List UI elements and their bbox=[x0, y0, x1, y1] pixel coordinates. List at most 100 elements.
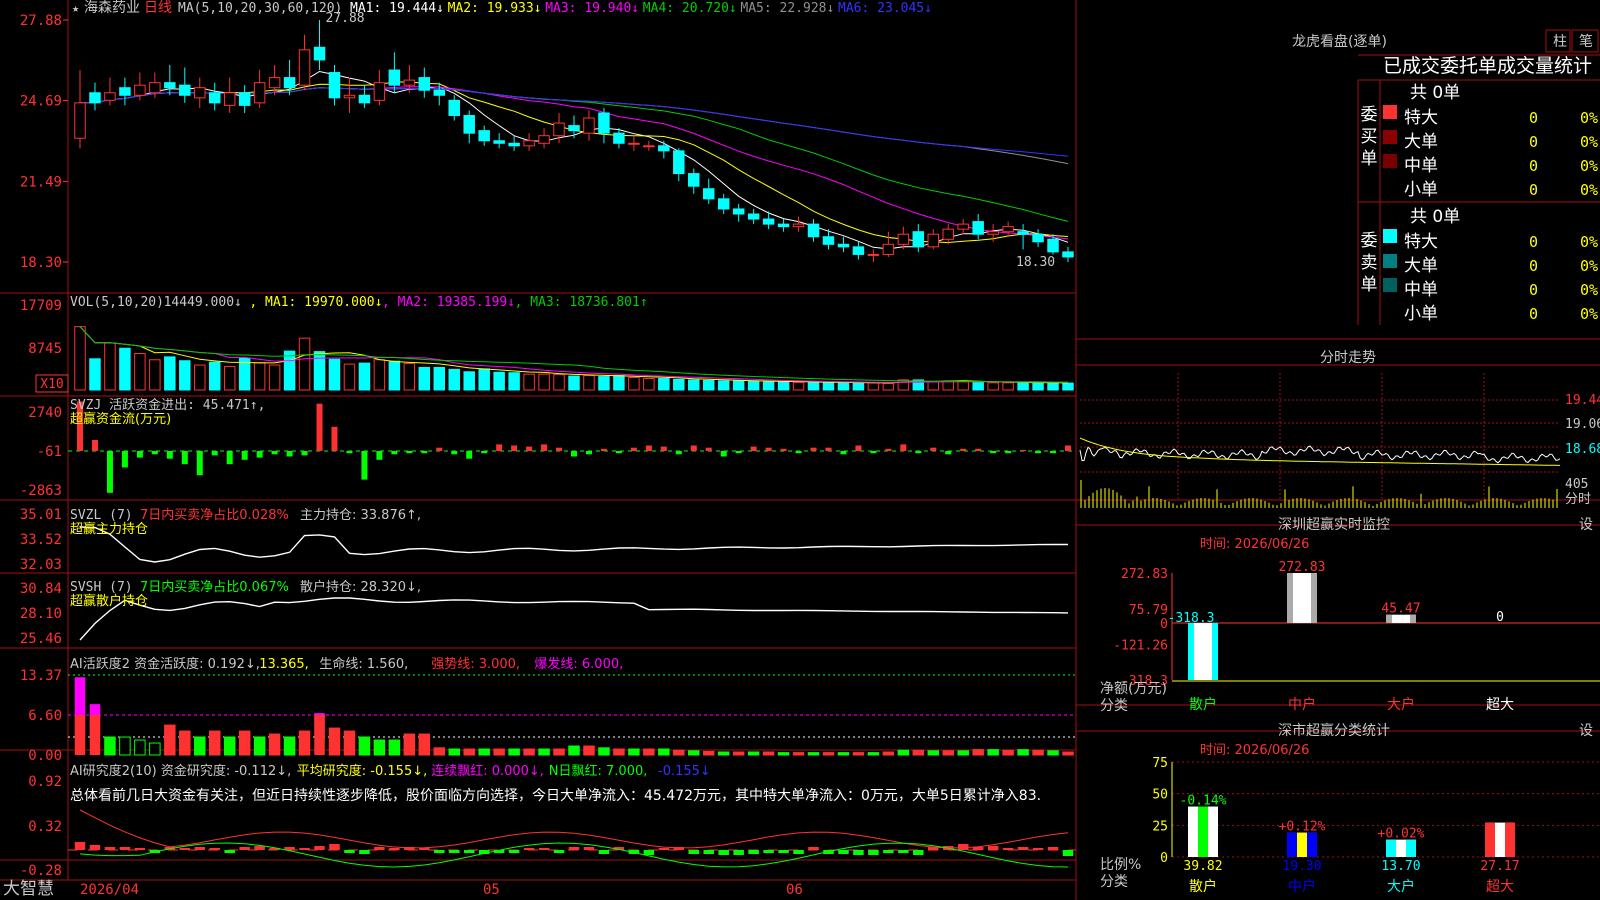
sell-size-color bbox=[1383, 302, 1397, 316]
svzj-bar bbox=[975, 448, 982, 451]
active-bar bbox=[792, 752, 805, 756]
research-summary: 总体看前几日大资金有关注，但近日持续性逐步降低，股价面临方向选择，今日大单净流入… bbox=[70, 787, 1041, 804]
active-bar bbox=[268, 733, 281, 756]
volume-bar bbox=[643, 377, 655, 391]
sell-row-name: 大单 bbox=[1404, 256, 1438, 276]
svzl-panel[interactable]: 35.01 33.52 32.03 SVZL (7) 7日内买卖净占比0.028% 主力持… bbox=[20, 507, 1068, 573]
volume-bar bbox=[119, 347, 131, 391]
research-bar bbox=[568, 847, 580, 850]
sz-settings-button[interactable]: 设 bbox=[1579, 517, 1593, 533]
candle-body bbox=[194, 87, 206, 99]
svzj-bar bbox=[511, 445, 518, 451]
research-bar bbox=[658, 848, 670, 850]
sell-size-color bbox=[1383, 278, 1397, 292]
volume-bar bbox=[403, 363, 416, 391]
research-bar bbox=[104, 847, 116, 850]
candle-body bbox=[688, 173, 700, 187]
svsh-sub: 超赢散户持仓 bbox=[70, 593, 148, 609]
y-tick-label: 21.49 bbox=[20, 174, 62, 190]
bar-mode-button[interactable]: 柱 bbox=[1553, 34, 1567, 50]
volume-bar bbox=[852, 382, 865, 391]
active-bar bbox=[1047, 750, 1059, 756]
cls-bar-edge bbox=[1386, 839, 1396, 857]
brand-label: 大智慧 bbox=[3, 879, 54, 899]
research-bar bbox=[374, 847, 385, 850]
svzj-bar bbox=[91, 440, 98, 451]
activity-panel[interactable]: 13.37 6.60 0.00 AI活跃度2 资金活跃度: 0.192↓, 13.36… bbox=[20, 656, 1076, 764]
research-panel[interactable]: 0.920.32-0.28AI研究度2(10) 资金研究度: -0.112↓, … bbox=[20, 763, 1076, 879]
research-bar bbox=[583, 847, 595, 850]
candle-body bbox=[837, 243, 850, 248]
vol-header-3: , MA2: 19385.199↓ bbox=[382, 295, 515, 310]
volume-bar bbox=[702, 379, 715, 391]
sz-y-tick: 75.79 bbox=[1129, 603, 1168, 618]
cls-bar-value: 19.30 bbox=[1282, 859, 1321, 874]
intraday-title: 分时走势 bbox=[1320, 350, 1376, 366]
active-bar bbox=[807, 752, 820, 756]
candle-body bbox=[1032, 233, 1044, 243]
axis-month-05: 05 bbox=[483, 882, 500, 898]
cls-cat-label: 大户 bbox=[1387, 878, 1415, 895]
volume-bar bbox=[463, 371, 475, 391]
sell-label-char: 单 bbox=[1361, 275, 1378, 295]
candle-body bbox=[747, 213, 760, 220]
svsh-value: 散户持仓: 28.320↓, bbox=[300, 579, 421, 595]
cls-cat-label: 中户 bbox=[1288, 878, 1316, 895]
active-bar bbox=[208, 730, 221, 756]
volume-bar bbox=[1062, 382, 1074, 391]
svzj-bar bbox=[436, 447, 443, 451]
active-bar bbox=[448, 748, 460, 756]
svzj-panel[interactable]: 2740 -61 -2863 SVZJ 活跃资金进出: 45.471↑,超赢资金流(万… bbox=[20, 397, 1076, 499]
svsh-desc: 7日内买卖净占比0.067% bbox=[140, 579, 289, 595]
svzl-value: 主力持仓: 33.876↑, bbox=[300, 508, 421, 523]
right-title: 龙虎看盘(逐单) bbox=[1292, 33, 1387, 50]
active-bar bbox=[702, 750, 715, 756]
vol-y-tick: 17709 bbox=[20, 298, 62, 314]
svzj-bar bbox=[196, 451, 203, 476]
svzj-bar bbox=[211, 451, 218, 456]
volume-bar bbox=[583, 375, 595, 391]
candle-body bbox=[508, 142, 520, 147]
svzj-bar bbox=[136, 451, 143, 458]
active-bar bbox=[777, 752, 790, 756]
active-bar bbox=[343, 730, 356, 756]
cls-settings-button[interactable]: 设 bbox=[1579, 723, 1593, 739]
cls-bar-value: 13.70 bbox=[1381, 859, 1420, 874]
svsh-panel[interactable]: 30.84 28.10 25.46 SVSH (7) 7日内买卖净占比0.067% 散户持… bbox=[20, 579, 1069, 647]
research-y-tick: -0.28 bbox=[20, 863, 62, 879]
volume-bar bbox=[298, 337, 311, 391]
sell-row-count: 0 bbox=[1529, 281, 1538, 299]
research-bar bbox=[1032, 848, 1044, 850]
cat-label-1: 分类 bbox=[1100, 698, 1128, 714]
svzj-bar bbox=[705, 447, 712, 451]
research-bar bbox=[194, 847, 205, 850]
volume-bar bbox=[134, 353, 146, 391]
svzl-y-tick: 33.52 bbox=[20, 532, 62, 548]
research-bar bbox=[329, 844, 340, 850]
svzj-bar bbox=[391, 451, 398, 455]
ma-value-5: MA5: 22.928↓ bbox=[740, 1, 834, 16]
tick-mode-button[interactable]: 笔 bbox=[1579, 34, 1593, 50]
sell-total: 共 0单 bbox=[1410, 207, 1460, 227]
svzj-bar bbox=[256, 451, 263, 458]
cls-y-tick: 25 bbox=[1152, 819, 1168, 834]
ma-value-6: MA6: 23.045↓ bbox=[838, 1, 932, 16]
buy-label-char: 委 bbox=[1361, 105, 1378, 125]
active-bar bbox=[732, 751, 745, 756]
vol-header-4: , MA3: 18736.801↑ bbox=[515, 295, 648, 310]
buy-row-name: 特大 bbox=[1404, 108, 1438, 128]
svzj-bar bbox=[1065, 445, 1071, 451]
active-bar bbox=[822, 752, 835, 756]
candle-body bbox=[149, 82, 161, 94]
sell-row-name: 特大 bbox=[1404, 232, 1438, 252]
research-bar bbox=[883, 850, 894, 853]
svsh-line bbox=[79, 597, 1069, 641]
candle-body bbox=[957, 223, 969, 230]
candlestick-panel[interactable]: 27.8824.6921.4918.3027.8818.30★ 海森药业 日线 MA(… bbox=[20, 0, 1074, 271]
volume-bar bbox=[343, 363, 356, 391]
svzj-bar bbox=[316, 403, 323, 451]
volume-bar bbox=[89, 358, 101, 391]
volume-bar bbox=[867, 382, 880, 391]
svzj-y-tick: 2740 bbox=[28, 405, 62, 421]
volume-panel[interactable]: 17709 8745 X10 VOL(5,10,20) 14449.000↓ , MA1… bbox=[20, 295, 1074, 393]
